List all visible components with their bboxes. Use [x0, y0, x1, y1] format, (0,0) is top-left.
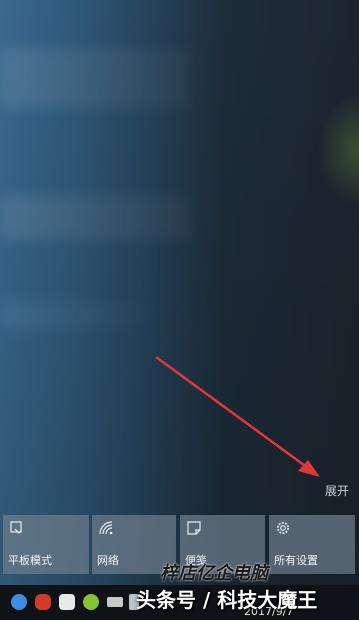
- tile-label: 平板模式: [8, 554, 52, 567]
- gear-icon: [277, 522, 289, 534]
- note-icon: [187, 521, 201, 535]
- expand-link[interactable]: 展开: [325, 482, 349, 499]
- chat-icon[interactable]: [11, 594, 27, 610]
- watermark-bottom: 头条号 / 科技大魔王: [136, 588, 318, 612]
- tile-label: 网络: [97, 554, 119, 567]
- penguin-icon[interactable]: [35, 594, 51, 610]
- tile-all-settings[interactable]: 所有设置: [269, 515, 355, 574]
- battery-icon[interactable]: [107, 597, 123, 607]
- network-icon: [99, 521, 113, 535]
- tablet-mode-icon: [10, 521, 22, 534]
- plus-icon[interactable]: [83, 594, 99, 610]
- tile-tablet-mode[interactable]: 平板模式: [3, 515, 89, 574]
- tile-label: 所有设置: [274, 554, 318, 567]
- message-icon[interactable]: [59, 594, 75, 610]
- watermark-top: 梓店亿企电脑: [160, 563, 268, 584]
